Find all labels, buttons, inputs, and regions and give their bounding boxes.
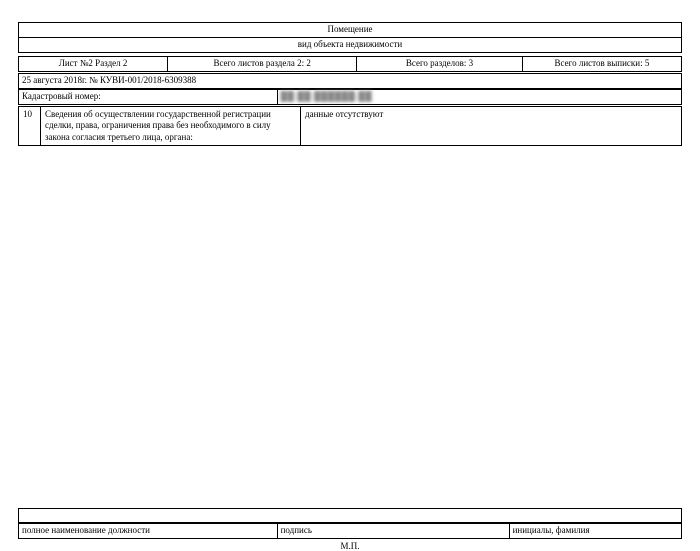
table-row: 10 Сведения об осуществлении государстве… [19,107,682,146]
row-number: 10 [19,107,41,146]
cadastral-value: ██:██:██████:██ [281,91,373,102]
content-table: 10 Сведения об осуществлении государстве… [18,106,682,146]
row-value: данные отсутствуют [301,107,682,146]
header-subtitle: вид объекта недвижимости [19,38,682,53]
info-table: 25 августа 2018г. № КУВИ-001/2018-630938… [18,73,682,89]
signature-name: инициалы, фамилия [509,524,681,539]
signature-spacer-table [18,508,682,523]
meta-total-extract-sheets: Всего листов выписки: 5 [522,57,681,72]
spacer-cell [19,508,682,522]
meta-sheet: Лист №2 Раздел 2 [19,57,168,72]
stamp-label: М.П. [18,541,682,551]
signature-position: полное наименование должности [19,524,278,539]
document-page: Помещение вид объекта недвижимости Лист … [0,0,700,540]
header-title: Помещение [19,23,682,38]
signature-table: полное наименование должности подпись ин… [18,523,682,539]
info-date-ref: 25 августа 2018г. № КУВИ-001/2018-630938… [19,74,682,89]
cadastral-value-cell: ██:██:██████:██ [277,90,681,105]
meta-total-section-sheets: Всего листов раздела 2: 2 [168,57,357,72]
meta-table: Лист №2 Раздел 2 Всего листов раздела 2:… [18,56,682,72]
header-table: Помещение вид объекта недвижимости [18,22,682,53]
cadastral-label: Кадастровый номер: [19,90,278,105]
meta-total-sections: Всего разделов: 3 [357,57,523,72]
cadastral-table: Кадастровый номер: ██:██:██████:██ [18,89,682,105]
row-description: Сведения об осуществлении государственно… [41,107,301,146]
signature-sign: подпись [277,524,509,539]
